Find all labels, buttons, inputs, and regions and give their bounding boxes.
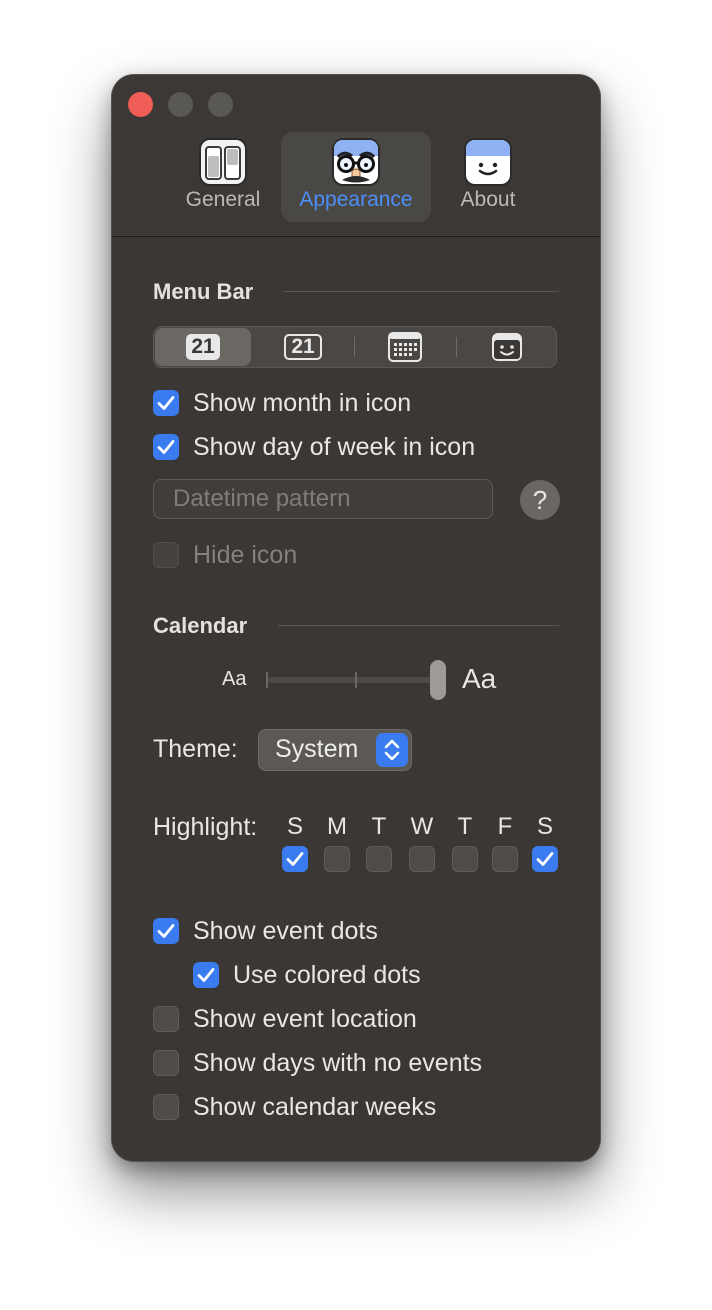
- highlight-friday-checkbox[interactable]: [492, 846, 518, 872]
- icon-style-outlined-date[interactable]: 21: [255, 332, 351, 362]
- show-day-of-week-row[interactable]: Show day of week in icon: [153, 432, 475, 462]
- calendar-section-divider: [278, 625, 559, 626]
- icon-style-filled-date[interactable]: 21: [155, 332, 251, 362]
- checkmark-icon: [157, 440, 175, 454]
- about-icon: [464, 138, 512, 186]
- show-month-row[interactable]: Show month in icon: [153, 388, 411, 418]
- show-day-of-week-label: Show day of week in icon: [193, 432, 476, 461]
- tab-general[interactable]: General: [168, 132, 278, 222]
- tab-appearance[interactable]: Appearance: [281, 132, 431, 222]
- menu-bar-section-divider: [283, 291, 559, 292]
- help-button[interactable]: ?: [520, 480, 560, 520]
- show-event-location-label: Show event location: [193, 1004, 417, 1033]
- day-letter-tuesday: T: [371, 813, 387, 840]
- tab-about[interactable]: About: [433, 132, 543, 222]
- hide-icon-checkbox: [153, 542, 179, 568]
- highlight-monday-checkbox[interactable]: [324, 846, 350, 872]
- use-colored-dots-checkbox[interactable]: [193, 962, 219, 988]
- show-days-no-events-checkbox[interactable]: [153, 1050, 179, 1076]
- day-letter-wednesday: W: [410, 813, 434, 840]
- hide-icon-row: Hide icon: [153, 540, 297, 570]
- text-size-slider-knob[interactable]: [430, 660, 446, 700]
- highlight-tuesday-checkbox[interactable]: [366, 846, 392, 872]
- day-letter-monday: M: [327, 813, 347, 840]
- appearance-icon: [332, 138, 380, 186]
- popup-arrows-icon: [376, 733, 408, 767]
- menu-bar-section-title: Menu Bar: [153, 279, 254, 304]
- text-size-slider[interactable]: [266, 677, 440, 683]
- checkmark-icon: [157, 924, 175, 938]
- filled-date-badge: 21: [186, 334, 220, 360]
- text-size-small-label: Aa: [222, 668, 247, 690]
- highlight-saturday-checkbox[interactable]: [532, 846, 558, 872]
- tab-general-label: General: [185, 188, 261, 211]
- toolbar: General Appearance About: [112, 75, 600, 237]
- theme-popup-button[interactable]: System: [258, 729, 412, 771]
- calendar-grid-icon: [388, 332, 422, 362]
- show-month-checkbox[interactable]: [153, 390, 179, 416]
- use-colored-dots-label: Use colored dots: [233, 960, 421, 989]
- segment-divider: [456, 337, 457, 357]
- zoom-window-button[interactable]: [208, 92, 233, 117]
- close-window-button[interactable]: [128, 92, 153, 117]
- day-letter-friday: F: [497, 813, 513, 840]
- checkmark-icon: [197, 968, 215, 982]
- checkmark-icon: [157, 396, 175, 410]
- minimize-window-button[interactable]: [168, 92, 193, 117]
- show-calendar-weeks-row[interactable]: Show calendar weeks: [153, 1092, 436, 1122]
- show-day-of-week-checkbox[interactable]: [153, 434, 179, 460]
- show-event-dots-row[interactable]: Show event dots: [153, 916, 378, 946]
- checkmark-icon: [286, 852, 304, 866]
- highlight-label: Highlight:: [153, 813, 258, 841]
- highlight-thursday-checkbox[interactable]: [452, 846, 478, 872]
- tab-about-label: About: [460, 188, 516, 211]
- calendar-section-title: Calendar: [153, 613, 248, 638]
- show-days-no-events-row[interactable]: Show days with no events: [153, 1048, 482, 1078]
- tab-appearance-label: Appearance: [299, 188, 413, 211]
- checkmark-icon: [536, 852, 554, 866]
- text-size-large-label: Aa: [462, 663, 497, 694]
- general-icon: [199, 138, 247, 186]
- day-letter-sunday: S: [286, 813, 303, 840]
- show-event-location-row[interactable]: Show event location: [153, 1004, 417, 1034]
- theme-label: Theme:: [153, 735, 238, 763]
- show-event-dots-label: Show event dots: [193, 916, 378, 945]
- preferences-window: General Appearance About Menu Bar 21 21 …: [112, 75, 600, 1161]
- show-calendar-weeks-checkbox[interactable]: [153, 1094, 179, 1120]
- day-letter-thursday: T: [457, 813, 473, 840]
- icon-style-calendar-grid[interactable]: [357, 332, 453, 362]
- highlight-wednesday-checkbox[interactable]: [409, 846, 435, 872]
- show-month-label: Show month in icon: [193, 388, 412, 417]
- theme-value: System: [275, 735, 359, 763]
- show-event-dots-checkbox[interactable]: [153, 918, 179, 944]
- show-event-location-checkbox[interactable]: [153, 1006, 179, 1032]
- segment-divider: [354, 337, 355, 357]
- slider-tick: [266, 672, 268, 688]
- highlight-sunday-checkbox[interactable]: [282, 846, 308, 872]
- datetime-pattern-placeholder: Datetime pattern: [173, 485, 351, 512]
- menu-bar-icon-style-picker[interactable]: 21 21: [153, 326, 557, 368]
- show-days-no-events-label: Show days with no events: [193, 1048, 483, 1077]
- icon-style-face[interactable]: [459, 332, 555, 362]
- show-calendar-weeks-label: Show calendar weeks: [193, 1092, 437, 1121]
- outlined-date-badge: 21: [284, 334, 322, 360]
- face-icon: [492, 333, 522, 361]
- use-colored-dots-row[interactable]: Use colored dots: [193, 960, 421, 990]
- hide-icon-label: Hide icon: [193, 540, 298, 569]
- day-letter-saturday: S: [536, 813, 553, 840]
- datetime-pattern-field[interactable]: Datetime pattern: [153, 479, 493, 519]
- slider-tick: [355, 672, 357, 688]
